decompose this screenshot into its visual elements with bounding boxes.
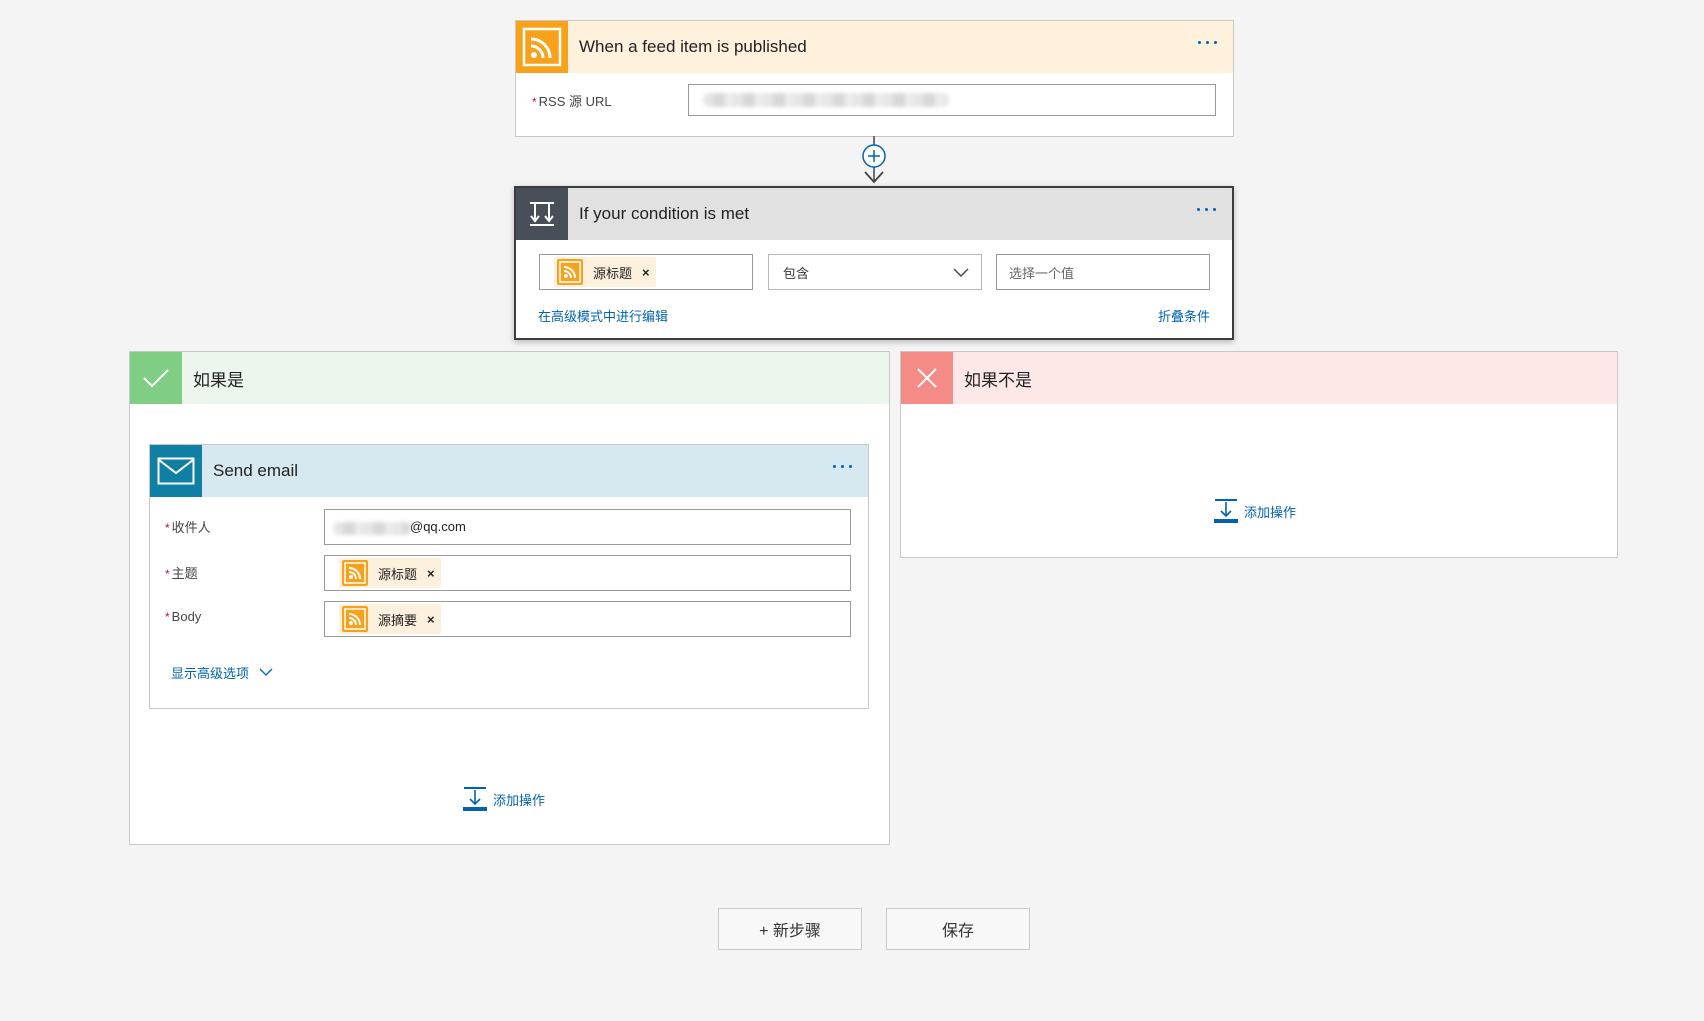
add-action-icon (463, 787, 487, 811)
rss-icon (516, 21, 568, 73)
body-label: * Body (165, 609, 202, 624)
to-label: * 收件人 (165, 520, 211, 535)
rss-url-label: * RSS 源 URL (532, 94, 612, 109)
check-icon (130, 352, 182, 404)
body-token-label: 源摘要 (378, 612, 418, 628)
remove-token-icon[interactable]: × (427, 612, 435, 627)
rss-token-icon (342, 560, 368, 586)
condition-more-menu-icon[interactable] (1195, 206, 1218, 213)
yes-branch-title: 如果是 (193, 370, 244, 390)
send-email-header[interactable]: Send email (150, 445, 868, 497)
value-placeholder: 选择一个值 (1009, 265, 1075, 281)
trigger-more-menu-icon[interactable] (1196, 39, 1219, 46)
trigger-title: When a feed item is published (579, 37, 807, 56)
no-branch-card: 如果不是 添加操作 (900, 351, 1618, 558)
add-step-plus-icon[interactable] (860, 142, 888, 170)
rss-url-input[interactable] (688, 84, 1216, 116)
redacted-url (703, 93, 949, 107)
remove-token-icon[interactable]: × (642, 265, 650, 280)
chevron-down-icon (953, 268, 969, 277)
yes-branch-header[interactable]: 如果是 (130, 352, 889, 404)
condition-title: If your condition is met (579, 204, 750, 223)
email-domain: @qq.com (410, 519, 466, 534)
condition-icon (516, 188, 568, 240)
condition-header[interactable]: If your condition is met (516, 188, 1232, 240)
no-add-action-button[interactable]: 添加操作 (1214, 498, 1296, 524)
yes-branch-card: 如果是 Send email *收件人 @qq.com *主题 源标题 × (129, 351, 890, 845)
subject-input[interactable]: 源标题 × (324, 555, 851, 591)
trigger-header[interactable]: When a feed item is published (516, 21, 1233, 73)
send-email-title: Send email (213, 461, 299, 480)
body-token: 源摘要 × (339, 604, 441, 634)
condition-token: 源标题 × (554, 257, 656, 287)
to-input[interactable]: @qq.com (324, 509, 851, 545)
collapse-condition-link[interactable]: 折叠条件 (1158, 306, 1210, 325)
rss-token-icon (342, 606, 368, 632)
remove-token-icon[interactable]: × (427, 566, 435, 581)
condition-value-input[interactable]: 选择一个值 (996, 254, 1210, 290)
body-input[interactable]: 源摘要 × (324, 601, 851, 637)
mail-icon (150, 445, 202, 497)
no-branch-title: 如果不是 (964, 370, 1032, 390)
show-advanced-options-link[interactable]: 显示高级选项 (171, 663, 273, 682)
redacted-email (333, 522, 411, 535)
no-add-action-label: 添加操作 (1244, 504, 1297, 520)
condition-left-operand[interactable]: 源标题 × (539, 254, 753, 290)
trigger-card: When a feed item is published * RSS 源 URL (515, 20, 1234, 137)
chevron-down-icon (259, 668, 273, 676)
operator-value: 包含 (783, 265, 810, 281)
new-step-button[interactable]: + 新步骤 (718, 908, 862, 950)
save-button[interactable]: 保存 (886, 908, 1030, 950)
rss-token-icon (557, 259, 583, 285)
send-email-more-menu-icon[interactable] (831, 463, 854, 470)
subject-token-label: 源标题 (378, 566, 418, 582)
yes-add-action-label: 添加操作 (493, 792, 546, 808)
subject-label: * 主题 (165, 566, 198, 581)
close-icon (901, 352, 953, 404)
condition-card: If your condition is met 源标题 × 包含 选择一个值 … (514, 186, 1234, 340)
no-branch-header[interactable]: 如果不是 (901, 352, 1617, 404)
send-email-card: Send email * 收件人 @qq.com * 主题 源标题 × * Body (149, 444, 869, 709)
condition-operator-dropdown[interactable]: 包含 (768, 254, 982, 290)
yes-add-action-button[interactable]: 添加操作 (463, 786, 545, 812)
condition-token-label: 源标题 (593, 265, 633, 281)
edit-advanced-mode-link[interactable]: 在高级模式中进行编辑 (538, 306, 668, 325)
add-action-icon (1214, 499, 1238, 523)
subject-token: 源标题 × (339, 558, 441, 588)
